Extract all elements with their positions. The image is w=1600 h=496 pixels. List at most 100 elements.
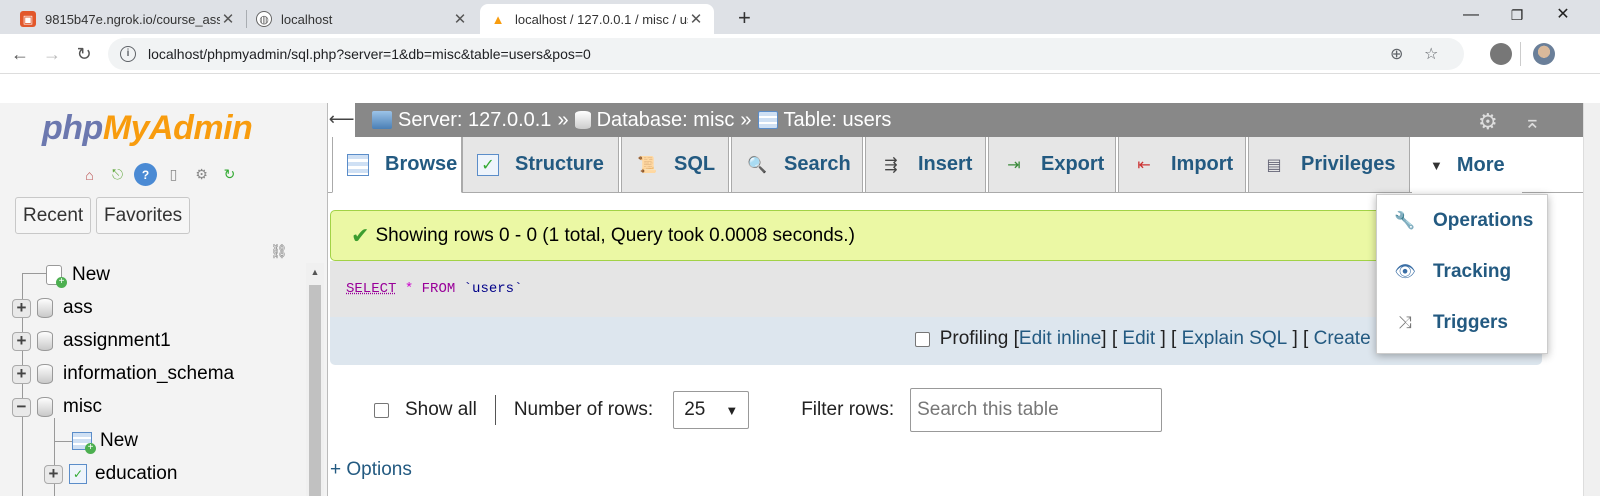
edit-inline-link[interactable]: Edit inline <box>1019 328 1101 350</box>
tab-insert[interactable]: ⇶ Insert <box>865 137 986 193</box>
success-message: ✔ Showing rows 0 - 0 (1 total, Query too… <box>330 210 1542 261</box>
profile-avatar[interactable] <box>1533 43 1555 65</box>
collapse-icon[interactable]: − <box>12 397 31 417</box>
help-icon[interactable]: ? <box>134 163 157 186</box>
docs-icon[interactable]: ▯ <box>162 163 185 186</box>
expand-icon[interactable]: + <box>12 364 31 384</box>
extension-icon[interactable] <box>1490 43 1512 65</box>
reload-icon[interactable]: ↻ <box>70 40 98 68</box>
address-bar[interactable]: i localhost/phpmyadmin/sql.php?server=1&… <box>108 38 1464 70</box>
profiling-checkbox[interactable] <box>914 331 930 347</box>
expand-icon[interactable]: + <box>12 298 31 318</box>
expand-icon[interactable]: + <box>12 331 31 351</box>
logout-icon[interactable]: ⎋ <box>106 163 129 186</box>
nav-quick-icons: ⌂ ⎋ ? ▯ ⚙ ↻ <box>78 163 241 186</box>
structure-icon: ✓ <box>477 153 499 176</box>
page-settings-gear-icon[interactable]: ⚙ <box>1478 109 1498 135</box>
restore-icon[interactable]: ❐ <box>1494 0 1540 30</box>
browser-tab-strip: ▣ 9815b47e.ngrok.io/course_ass/Ac ✕ ◍ lo… <box>0 0 1600 34</box>
breadcrumb-database[interactable]: Database: misc <box>597 109 735 132</box>
tree-node-new[interactable]: + New <box>46 261 110 289</box>
scrollbar-thumb[interactable] <box>309 285 321 496</box>
browser-toolbar: ← → ↻ i localhost/phpmyadmin/sql.php?ser… <box>0 34 1600 74</box>
explain-sql-link[interactable]: Explain SQL <box>1182 328 1288 350</box>
create-php-code-link[interactable]: Create <box>1314 328 1371 350</box>
close-tab-icon[interactable]: ✕ <box>220 10 236 28</box>
menu-item-operations[interactable]: 🔧 Operations <box>1377 196 1549 246</box>
main-scrollbar[interactable] <box>1583 103 1600 496</box>
hide-menu-icon[interactable]: ⌅ <box>1524 109 1541 134</box>
window-close-icon[interactable]: ✕ <box>1540 0 1586 30</box>
scroll-up-icon[interactable]: ▲ <box>306 267 324 277</box>
sql-keyword-select[interactable]: SELECT <box>346 281 396 297</box>
globe-icon: ◍ <box>256 11 272 27</box>
tree-node-information-schema[interactable]: + information_schema <box>12 360 234 388</box>
tree-node-misc[interactable]: − misc <box>12 393 102 421</box>
database-icon <box>37 331 53 351</box>
browser-tab-ngrok[interactable]: ▣ 9815b47e.ngrok.io/course_ass/Ac ✕ <box>10 4 246 34</box>
database-icon <box>37 397 53 417</box>
tree-node-ass[interactable]: + ass <box>12 294 93 322</box>
bookmark-star-icon[interactable]: ☆ <box>1424 44 1438 64</box>
breadcrumb: Server: 127.0.0.1 » Database: misc » Tab… <box>372 109 891 132</box>
menu-item-tracking[interactable]: 👁 Tracking <box>1377 247 1549 297</box>
tree-node-new-table[interactable]: + New <box>72 427 138 455</box>
database-icon <box>37 364 53 384</box>
tab-search[interactable]: 🔍 Search <box>731 137 863 193</box>
browser-tab-title: localhost / 127.0.0.1 / misc / user <box>515 11 688 27</box>
sql-table-name: `users` <box>463 281 523 297</box>
new-table-icon: + <box>72 432 96 454</box>
tab-structure[interactable]: ✓ Structure <box>462 137 619 193</box>
tab-more[interactable]: ▼ More <box>1412 137 1522 193</box>
database-icon <box>37 298 53 318</box>
tree-node-education[interactable]: + ✓ education <box>44 460 177 488</box>
reload-navigation-icon[interactable]: ↻ <box>218 163 241 186</box>
settings-gear-icon[interactable]: ⚙ <box>190 163 213 186</box>
tab-sql[interactable]: 📜 SQL <box>621 137 729 193</box>
toolbar-divider <box>1520 42 1521 66</box>
tree-node-assignment1[interactable]: + assignment1 <box>12 327 171 355</box>
ngrok-favicon-icon: ▣ <box>20 11 36 27</box>
tab-export[interactable]: ⇥ Export <box>988 137 1116 193</box>
close-tab-icon[interactable]: ✕ <box>688 10 704 28</box>
browser-tab-localhost[interactable]: ◍ localhost ✕ <box>246 4 478 34</box>
number-of-rows-select[interactable]: 25 ▼ <box>673 391 750 429</box>
back-arrow-icon[interactable]: ← <box>6 40 34 68</box>
show-all-checkbox[interactable] <box>374 402 389 418</box>
options-link[interactable]: + Options <box>330 459 412 481</box>
sql-options-bar: Profiling [Edit inline] [ Edit ] [ Expla… <box>330 317 1542 365</box>
collapse-navigation-icon[interactable]: ⟵ <box>328 103 356 137</box>
breadcrumb-table[interactable]: Table: users <box>784 109 892 132</box>
favorites-button[interactable]: Favorites <box>96 197 191 234</box>
tab-privileges[interactable]: ▤ Privileges <box>1248 137 1410 193</box>
browse-icon <box>347 153 369 176</box>
phpmyadmin-logo[interactable]: phpMyAdmin <box>42 109 253 148</box>
table-icon <box>757 111 778 129</box>
tab-import[interactable]: ⇤ Import <box>1118 137 1246 193</box>
triggers-icon: ⤨ <box>1398 313 1412 332</box>
chevron-down-icon: ▼ <box>725 402 739 418</box>
expand-icon[interactable]: + <box>44 464 63 484</box>
nav-scrollbar[interactable]: ▲ <box>306 263 324 496</box>
menu-item-triggers[interactable]: ⤨ Triggers <box>1377 298 1549 348</box>
table-tabs: Browse ✓ Structure 📜 SQL 🔍 Search ⇶ Inse… <box>328 137 1600 193</box>
success-message-text: Showing rows 0 - 0 (1 total, Query took … <box>375 224 855 246</box>
insert-icon: ⇶ <box>884 156 898 174</box>
edit-link[interactable]: Edit <box>1122 328 1155 350</box>
address-url[interactable]: localhost/phpmyadmin/sql.php?server=1&db… <box>148 46 591 62</box>
filter-rows-label: Filter rows: <box>801 399 895 420</box>
link-with-main-panel-icon[interactable]: ⛓ <box>270 243 288 260</box>
tab-browse[interactable]: Browse <box>332 137 462 193</box>
home-icon[interactable]: ⌂ <box>78 163 101 186</box>
breadcrumb-server[interactable]: Server: 127.0.0.1 <box>398 109 551 132</box>
site-info-icon[interactable]: i <box>120 46 136 62</box>
recent-button[interactable]: Recent <box>15 197 92 234</box>
close-tab-icon[interactable]: ✕ <box>452 10 468 28</box>
filter-rows-input[interactable] <box>910 388 1163 432</box>
zoom-icon[interactable]: ⊕ <box>1390 44 1403 64</box>
forward-arrow-icon[interactable]: → <box>38 40 66 68</box>
minimize-icon[interactable]: — <box>1448 0 1494 30</box>
browser-tab-phpmyadmin[interactable]: ▲ localhost / 127.0.0.1 / misc / user ✕ <box>480 4 714 34</box>
sql-star: * <box>404 281 414 297</box>
new-tab-icon[interactable]: + <box>738 4 751 32</box>
